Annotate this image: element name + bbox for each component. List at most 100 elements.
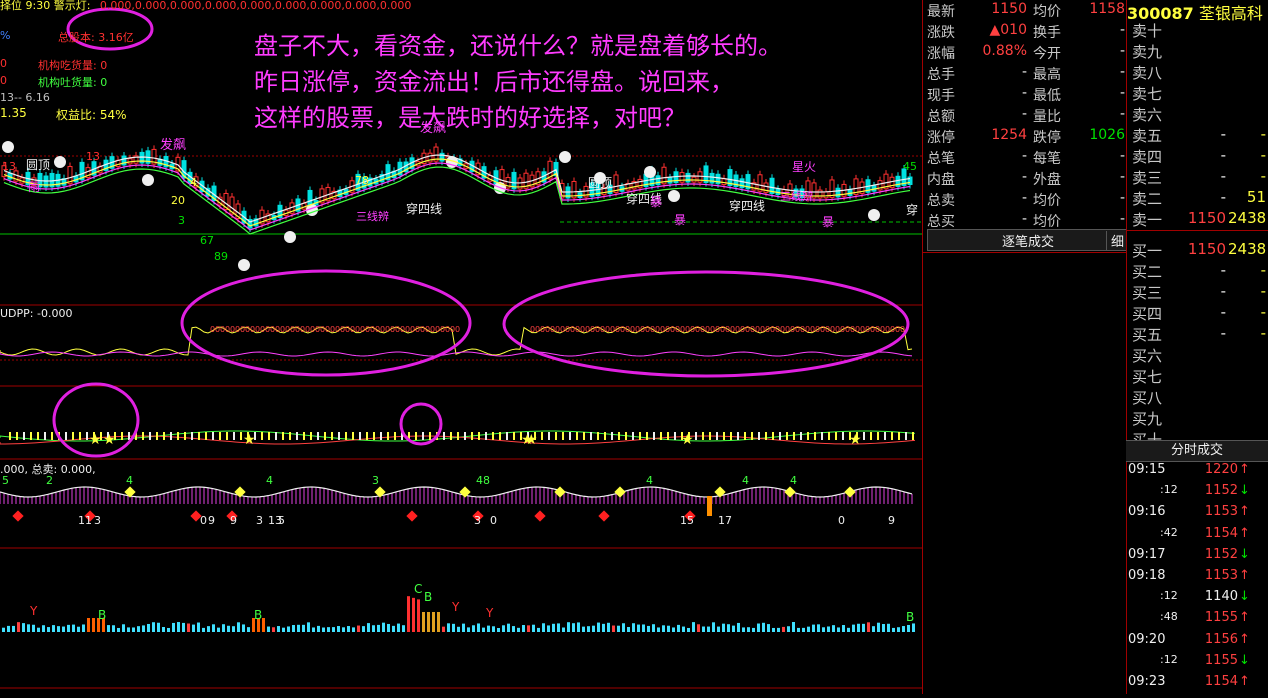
volume-bar [22,623,25,632]
volume-bar [877,622,880,632]
orderbook-row[interactable]: 买六 [1132,345,1268,366]
orderbook-volume: 2438 [1228,209,1267,227]
tick-time: 09:17 [1128,546,1166,562]
orderbook-row[interactable]: 买五 - - [1132,324,1268,345]
orderbook-row[interactable]: 买二 - - [1132,261,1268,282]
tick-time: :12 [1160,589,1178,603]
quote-value: - [1021,85,1027,101]
quote-value: 1254 [991,127,1027,143]
volume-bar [757,623,760,632]
volume-bar [142,625,145,632]
quote-empty-area [923,252,1127,695]
volume-bar [357,625,360,632]
volume-bar [17,622,20,632]
tab-detail[interactable]: 细 [1106,231,1124,250]
volume-bar [592,625,595,632]
volume-bar [802,627,805,632]
candle-body [823,191,829,199]
lower-number: 4 [646,474,653,487]
volume-bar [342,627,345,632]
lower-number: 5 [2,474,9,487]
volume-bar [447,623,450,632]
orderbook-level-label: 卖八 [1132,64,1163,82]
volume-bar [277,626,280,632]
volume-bar [192,624,195,632]
equity-ratio-label: 权益比: 54% [56,108,127,122]
orderbook-row[interactable]: 卖四 - - [1132,146,1268,167]
quote-label-2: 最低 [1033,88,1061,104]
volume-bar [542,623,545,632]
up-arrow-icon: ↑ [1239,525,1250,541]
lower-bottom-number: 5 [278,514,285,527]
tab-tick-by-tick[interactable]: 逐笔成交 [1002,231,1054,250]
quote-value-2: - [1119,148,1125,164]
ticks-title[interactable]: 分时成交 [1126,440,1268,462]
tick-row: :12 1155 ↓ [1126,653,1268,674]
volume-bar [52,625,55,632]
orderbook-row[interactable]: 卖一 1150 2438 [1132,209,1268,230]
diamond-icon [12,510,24,522]
orderbook-row[interactable]: 卖十 [1132,20,1268,41]
orderbook-volume: - [1260,324,1266,342]
orderbook-row[interactable]: 买一 1150 2438 [1132,240,1268,261]
lower-bottom-number: 0 [490,514,497,527]
volume-bar [402,625,405,632]
orderbook-row[interactable]: 卖八 [1132,62,1268,83]
volume-bar [182,622,185,632]
orderbook-row[interactable]: 买八 [1132,387,1268,408]
orderbook-level-label: 卖五 [1132,127,1163,145]
volume-bar [467,627,470,632]
total-capital-label: 总股本: 3.16亿 [58,31,134,44]
chart-area[interactable]: 0000000000000000000000000000000000000000… [0,0,922,694]
volume-bar [557,623,560,632]
volume-bar [587,626,590,632]
orderbook-level-label: 买六 [1132,347,1163,365]
tick-row: 09:18 1153 ↑ [1126,568,1268,589]
tick-row: :12 1140 ↓ [1126,589,1268,610]
diamond-icon [784,486,796,498]
tick-time: 09:15 [1128,462,1166,477]
quote-label-2: 换手 [1033,25,1061,41]
volume-bar [702,626,705,632]
orderbook-row[interactable]: 卖七 [1132,83,1268,104]
orderbook-row[interactable]: 卖五 - - [1132,125,1268,146]
quote-value-2: - [1119,64,1125,80]
volume-bar [607,622,610,632]
orderbook-row[interactable]: 买三 - - [1132,282,1268,303]
candle-body [847,189,853,196]
volume-bar [347,626,350,632]
quote-label: 总额 [927,109,955,125]
volume-bar [362,626,365,632]
volume-bar [132,627,135,632]
orderbook-row[interactable]: 卖二 - 51 [1132,188,1268,209]
range-label: 13-- 6.16 [0,91,50,104]
volume-bar [837,627,840,632]
orderbook-row[interactable]: 卖九 [1132,41,1268,62]
lower-bottom-number: 3 [256,514,263,527]
volume-bar [512,626,515,632]
tick-row: 09:20 1156 ↑ [1126,632,1268,653]
orderbook-row[interactable]: 卖三 - - [1132,167,1268,188]
orderbook-row[interactable]: 买四 - - [1132,303,1268,324]
kline-num-6: 67 [200,234,214,247]
orderbook-row[interactable]: 买九 [1132,408,1268,429]
quote-label-2: 今开 [1033,46,1061,62]
volume-bar [847,627,850,632]
volume-bar [522,625,525,632]
volume-bar [262,618,265,632]
volume-bar [912,623,915,632]
orderbook-price: - [1220,167,1226,185]
volume-bar [462,623,465,632]
volume-bar [422,612,425,632]
volume-bar [57,626,60,632]
orderbook-row[interactable]: 卖六 [1132,104,1268,125]
volume-bar [692,622,695,632]
tick-time: 09:18 [1128,568,1166,583]
orderbook-price: - [1220,188,1226,206]
tick-row: 09:17 1152 ↓ [1126,547,1268,568]
tick-time: 09:20 [1128,631,1166,647]
orderbook-row[interactable]: 买七 [1132,366,1268,387]
volume-bar [597,622,600,632]
volume-bar [37,627,40,632]
orderbook-price: - [1220,146,1226,164]
